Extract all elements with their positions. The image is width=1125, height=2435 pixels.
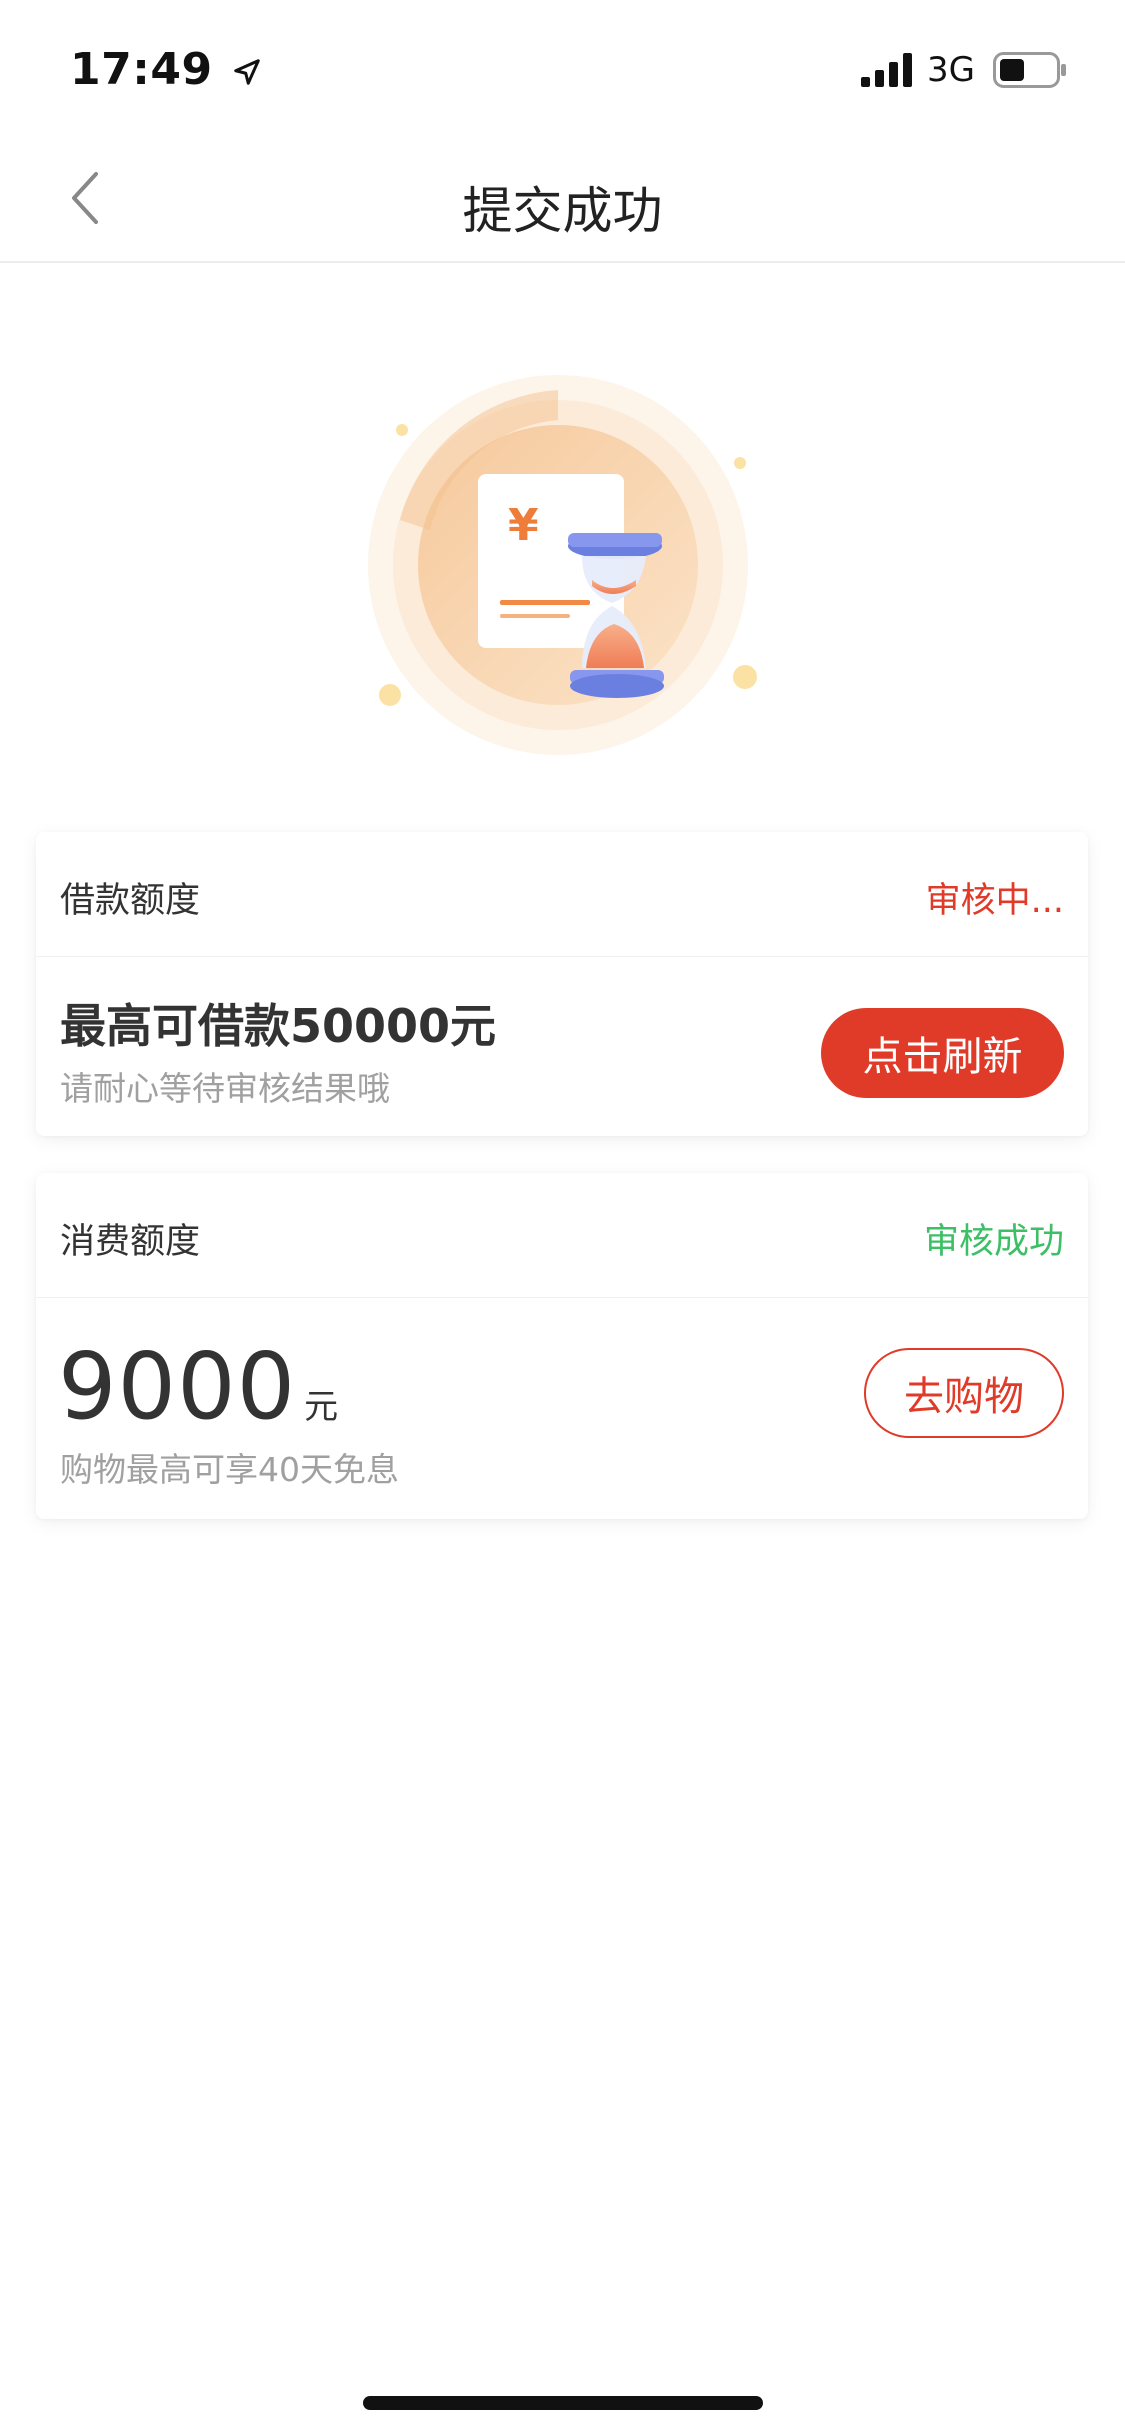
navigation-bar: 提交成功 xyxy=(0,135,1125,263)
shop-amount: 9000 xyxy=(58,1333,297,1440)
loan-max-amount: 最高可借款50000元 xyxy=(60,999,497,1053)
shop-review-status: 审核成功 xyxy=(923,1222,1064,1262)
app-screen: 17:49 3G 提交成功 ¥ 借款额度 审核中... 最高可借款50000元 … xyxy=(0,0,1125,2435)
location-arrow-icon xyxy=(234,59,261,85)
shop-interest-note: 购物最高可享40天免息 xyxy=(60,1450,399,1489)
shop-amount-unit: 元 xyxy=(304,1387,339,1427)
illustration-graphic: ¥ xyxy=(368,375,757,755)
refresh-button[interactable]: 点击刷新 xyxy=(821,1008,1064,1098)
home-indicator xyxy=(363,2396,763,2410)
loan-review-status: 审核中... xyxy=(925,881,1064,921)
shop-amount-group: 9000 元 xyxy=(58,1333,338,1440)
status-bar: 17:49 3G xyxy=(0,0,1125,135)
signal-icon xyxy=(861,53,913,87)
loan-card-header: 借款额度 审核中... xyxy=(36,832,1088,957)
status-time: 17:49 xyxy=(70,44,262,95)
loan-wait-note: 请耐心等待审核结果哦 xyxy=(60,1069,390,1108)
shop-card-header: 消费额度 审核成功 xyxy=(36,1173,1088,1298)
pending-review-illustration: ¥ xyxy=(360,370,770,770)
status-time-text: 17:49 xyxy=(70,44,213,95)
svg-text:¥: ¥ xyxy=(508,500,539,551)
shop-card-title: 消费额度 xyxy=(60,1222,201,1262)
network-type: 3G xyxy=(927,50,975,90)
battery-icon xyxy=(993,52,1066,88)
status-indicators: 3G xyxy=(861,50,1067,90)
page-title: 提交成功 xyxy=(462,182,663,240)
loan-limit-card: 借款额度 审核中... 最高可借款50000元 请耐心等待审核结果哦 点击刷新 xyxy=(36,832,1088,1136)
shopping-limit-card: 消费额度 审核成功 9000 元 购物最高可享40天免息 去购物 xyxy=(36,1173,1088,1519)
loan-card-title: 借款额度 xyxy=(60,881,201,921)
go-shopping-button[interactable]: 去购物 xyxy=(864,1348,1064,1438)
